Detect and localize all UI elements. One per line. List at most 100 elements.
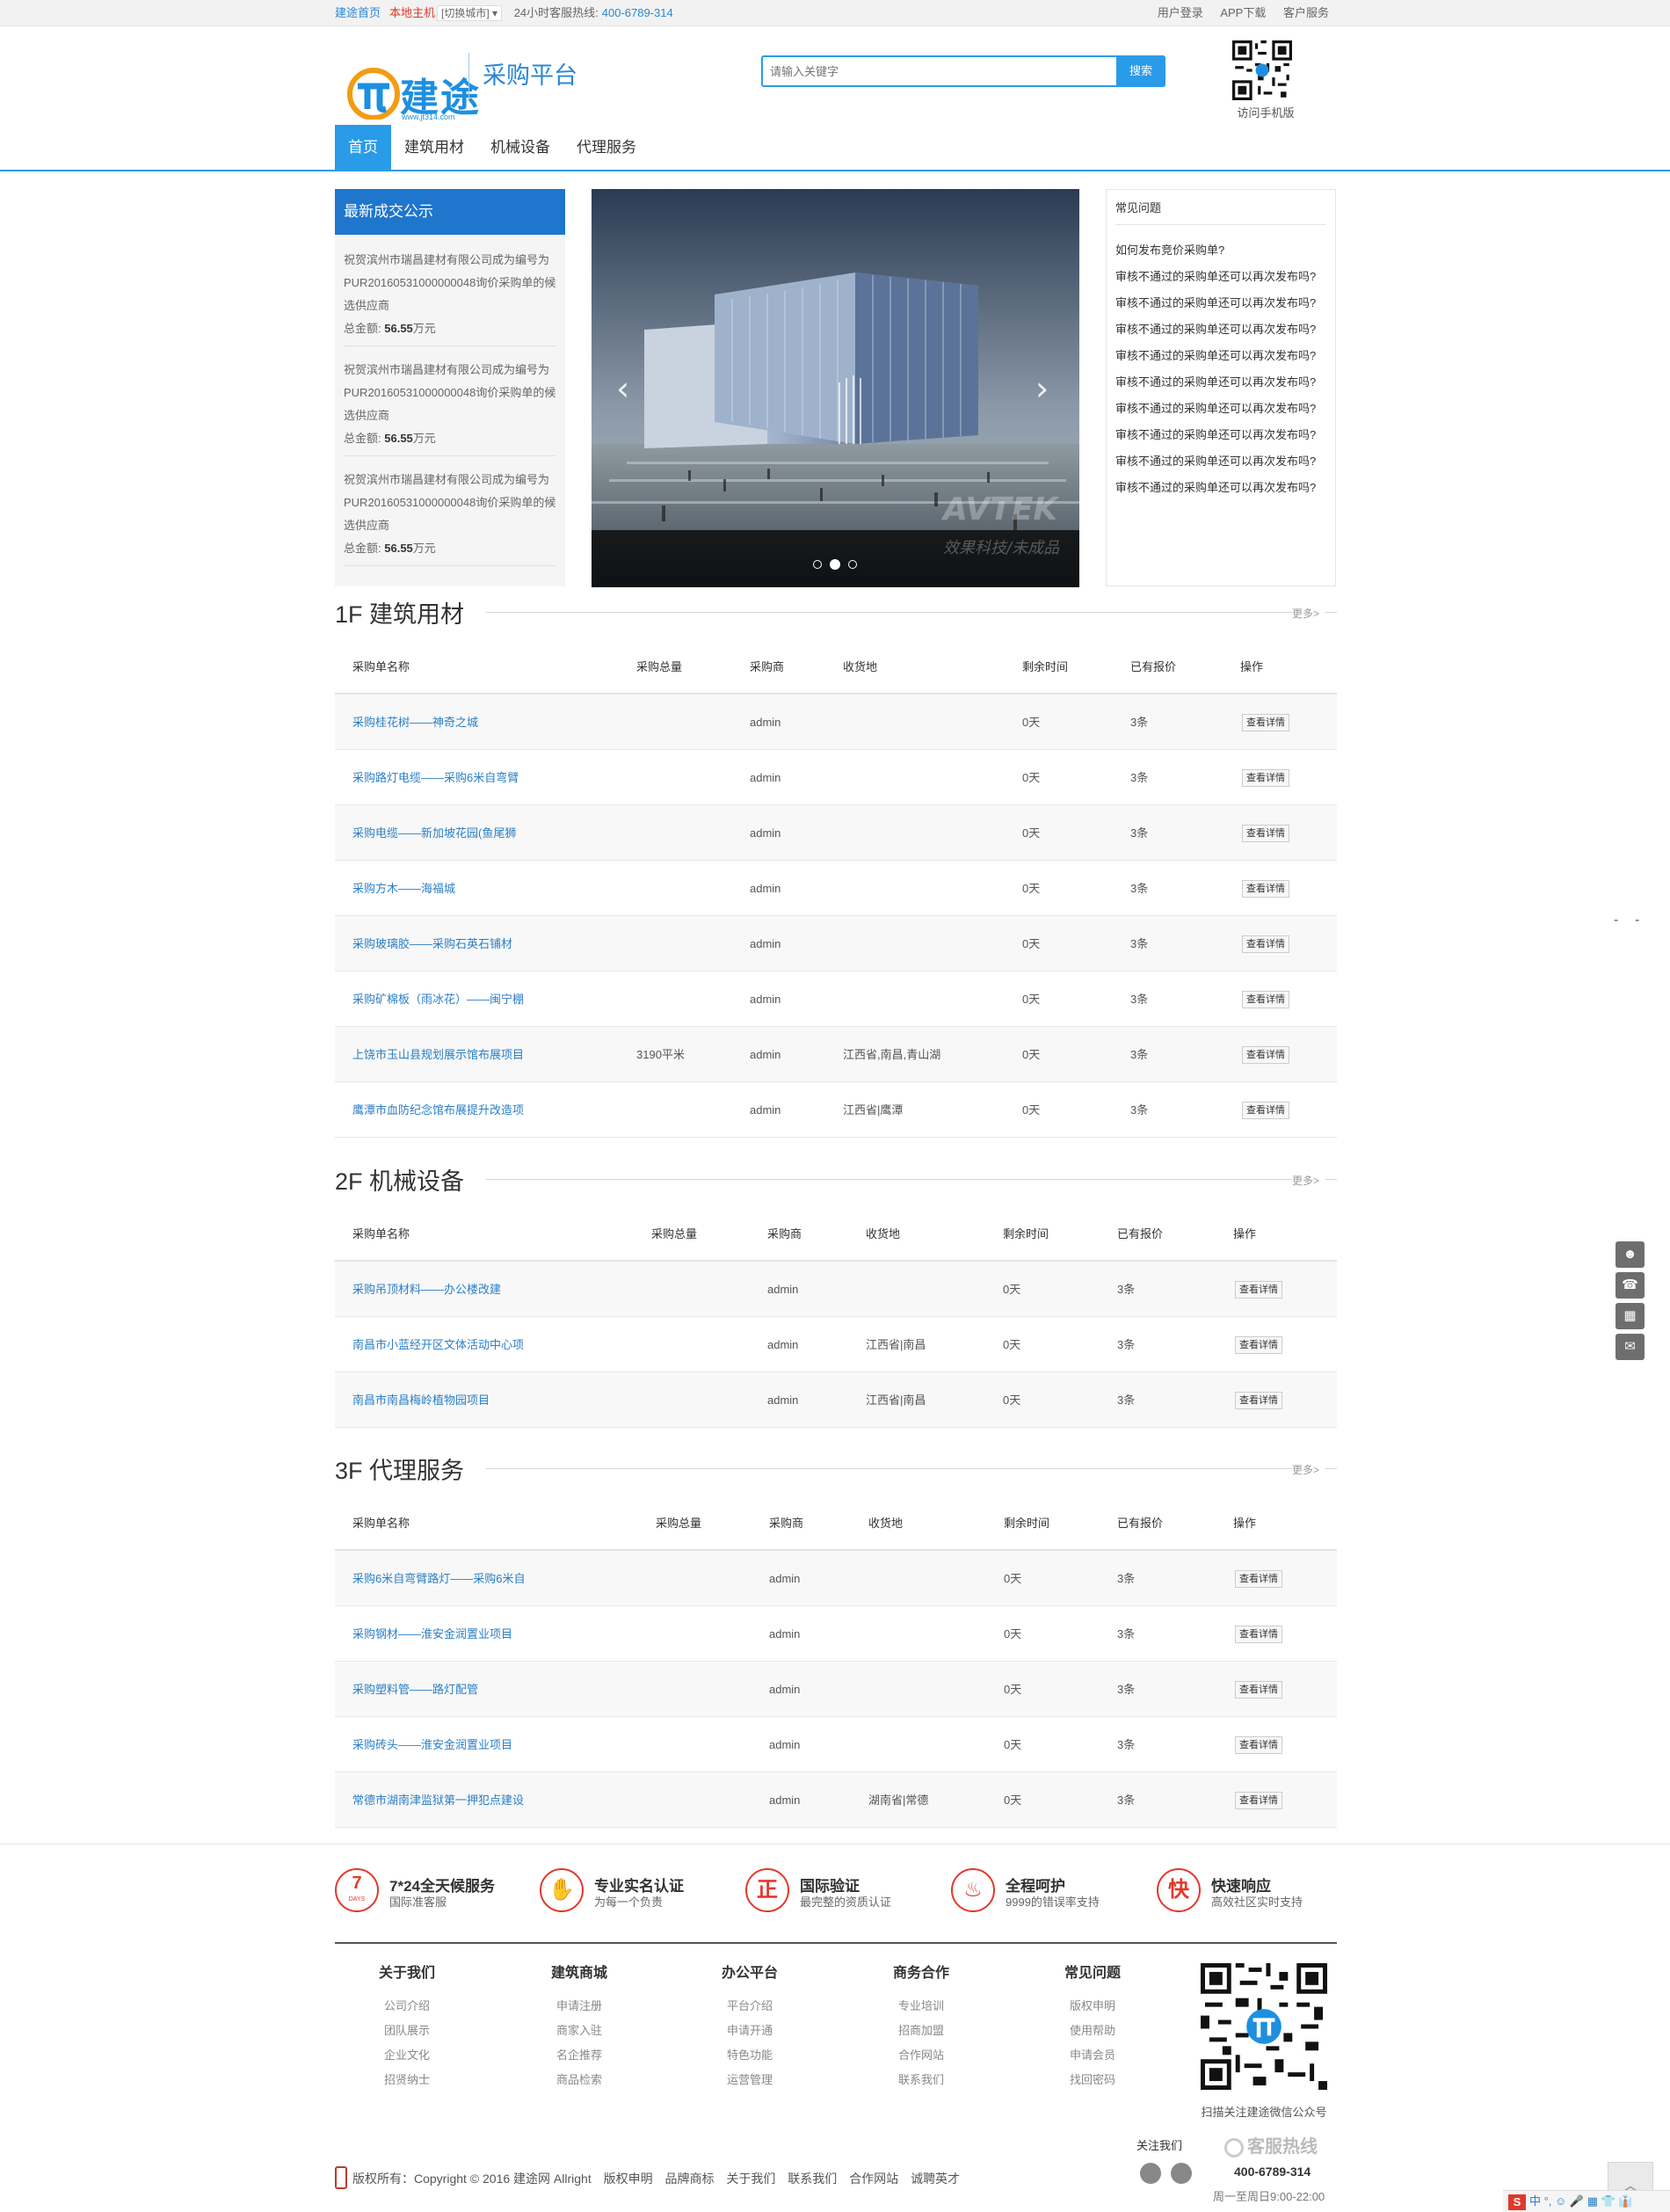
view-detail-button[interactable]: 查看详情 bbox=[1235, 1792, 1282, 1809]
view-detail-button[interactable]: 查看详情 bbox=[1242, 714, 1289, 731]
qr-float-icon[interactable]: ▦ bbox=[1616, 1303, 1645, 1329]
mail-float-icon[interactable]: ✉ bbox=[1616, 1334, 1645, 1360]
phone-float-icon[interactable]: ☎ bbox=[1616, 1272, 1645, 1299]
deal-entry[interactable]: 祝贺滨州市瑞昌建材有限公司成为编号为PUR20160531000000048询价… bbox=[344, 249, 556, 346]
cell-name[interactable]: 采购钢材——淮安金润置业项目 bbox=[352, 1606, 512, 1662]
bottom-link[interactable]: 品牌商标 bbox=[665, 2172, 715, 2186]
side-collapse-dash[interactable]: - bbox=[1635, 913, 1639, 928]
search-input[interactable] bbox=[770, 62, 1122, 80]
deal-entry[interactable]: 祝贺滨州市瑞昌建材有限公司成为编号为PUR20160531000000048询价… bbox=[344, 359, 556, 456]
cell-name[interactable]: 采购吊顶材料——办公楼改建 bbox=[352, 1262, 501, 1317]
footer-link[interactable]: 公司介绍 bbox=[354, 1994, 460, 2019]
view-detail-button[interactable]: 查看详情 bbox=[1235, 1681, 1282, 1699]
footer-link[interactable]: 招贤纳士 bbox=[354, 2068, 460, 2092]
qq-icon[interactable] bbox=[1171, 2163, 1192, 2184]
footer-link[interactable]: 找回密码 bbox=[1040, 2068, 1145, 2092]
footer-link[interactable]: 团队展示 bbox=[354, 2019, 460, 2043]
footer-link[interactable]: 平台介绍 bbox=[697, 1994, 802, 2019]
side-collapse-dash[interactable]: - bbox=[1614, 913, 1618, 928]
view-detail-button[interactable]: 查看详情 bbox=[1242, 825, 1289, 842]
qq-float-icon[interactable]: ☻ bbox=[1616, 1241, 1645, 1268]
cell-name[interactable]: 采购路灯电缆——采购6米自弯臂 bbox=[352, 750, 519, 805]
view-detail-button[interactable]: 查看详情 bbox=[1235, 1392, 1282, 1409]
view-detail-button[interactable]: 查看详情 bbox=[1235, 1570, 1282, 1588]
faq-item[interactable]: 审核不通过的采购单还可以再次发布吗? bbox=[1115, 373, 1316, 389]
cell-name[interactable]: 南昌市南昌梅岭植物园项目 bbox=[352, 1372, 490, 1428]
footer-link[interactable]: 联系我们 bbox=[868, 2068, 974, 2092]
view-detail-button[interactable]: 查看详情 bbox=[1235, 1336, 1282, 1354]
deal-entry[interactable]: 祝贺滨州市瑞昌建材有限公司成为编号为PUR20160531000000048询价… bbox=[344, 469, 556, 566]
footer-link[interactable]: 申请注册 bbox=[526, 1994, 632, 2019]
banner-dot-2[interactable] bbox=[830, 559, 840, 570]
faq-item[interactable]: 审核不通过的采购单还可以再次发布吗? bbox=[1115, 294, 1316, 310]
faq-item[interactable]: 审核不通过的采购单还可以再次发布吗? bbox=[1115, 267, 1316, 284]
faq-item[interactable]: 审核不通过的采购单还可以再次发布吗? bbox=[1115, 399, 1316, 416]
view-detail-button[interactable]: 查看详情 bbox=[1242, 1102, 1289, 1119]
bottom-link[interactable]: 合作网站 bbox=[849, 2172, 898, 2186]
banner-carousel[interactable]: AVTEK 效果科技/未成品 ‹ › bbox=[592, 189, 1079, 587]
section-more-link[interactable]: 更多> bbox=[1292, 1173, 1319, 1188]
login-link[interactable]: 用户登录 bbox=[1158, 6, 1203, 19]
faq-item[interactable]: 审核不通过的采购单还可以再次发布吗? bbox=[1115, 426, 1316, 442]
footer-link[interactable]: 企业文化 bbox=[354, 2043, 460, 2068]
cell-name[interactable]: 上饶市玉山县规划展示馆布展项目 bbox=[352, 1027, 524, 1082]
cell-name[interactable]: 采购电缆——新加坡花园(鱼尾狮 bbox=[352, 805, 516, 861]
banner-dot-1[interactable] bbox=[813, 560, 822, 569]
cell-name[interactable]: 采购玻璃胶——采购石英石铺材 bbox=[352, 916, 512, 971]
logo-icon[interactable] bbox=[345, 65, 407, 120]
weibo-icon[interactable] bbox=[1140, 2163, 1161, 2184]
view-detail-button[interactable]: 查看详情 bbox=[1235, 1281, 1282, 1299]
cell-name[interactable]: 采购砖头——淮安金润置业项目 bbox=[352, 1717, 512, 1772]
nav-machinery[interactable]: 机械设备 bbox=[477, 125, 563, 171]
banner-prev-icon[interactable]: ‹ bbox=[616, 369, 629, 408]
view-detail-button[interactable]: 查看详情 bbox=[1235, 1626, 1282, 1643]
faq-item[interactable]: 审核不通过的采购单还可以再次发布吗? bbox=[1115, 452, 1316, 469]
app-download-link[interactable]: APP下载 bbox=[1220, 6, 1266, 19]
footer-link[interactable]: 运营管理 bbox=[697, 2068, 802, 2092]
cell-name[interactable]: 采购桂花树——神奇之城 bbox=[352, 695, 478, 750]
footer-link[interactable]: 商家入驻 bbox=[526, 2019, 632, 2043]
view-detail-button[interactable]: 查看详情 bbox=[1242, 769, 1289, 787]
view-detail-button[interactable]: 查看详情 bbox=[1242, 880, 1289, 898]
banner-next-icon[interactable]: › bbox=[1035, 369, 1049, 408]
nav-agency-services[interactable]: 代理服务 bbox=[563, 125, 650, 171]
footer-link[interactable]: 商品检索 bbox=[526, 2068, 632, 2092]
view-detail-button[interactable]: 查看详情 bbox=[1242, 1046, 1289, 1064]
cell-name[interactable]: 采购塑料管——路灯配管 bbox=[352, 1662, 478, 1717]
footer-link[interactable]: 招商加盟 bbox=[868, 2019, 974, 2043]
footer-link[interactable]: 名企推荐 bbox=[526, 2043, 632, 2068]
cell-name[interactable]: 采购矿棉板（雨冰花）——闽宁棚 bbox=[352, 971, 524, 1027]
customer-service-link[interactable]: 客户服务 bbox=[1283, 6, 1329, 19]
faq-item[interactable]: 审核不通过的采购单还可以再次发布吗? bbox=[1115, 346, 1316, 363]
faq-item[interactable]: 如何发布竞价采购单? bbox=[1115, 241, 1224, 258]
footer-link[interactable]: 使用帮助 bbox=[1040, 2019, 1145, 2043]
section-more-link[interactable]: 更多> bbox=[1292, 1462, 1319, 1477]
footer-link[interactable]: 特色功能 bbox=[697, 2043, 802, 2068]
nav-building-materials[interactable]: 建筑用材 bbox=[391, 125, 477, 171]
cell-name[interactable]: 常德市湖南津监狱第一押犯点建设 bbox=[352, 1772, 524, 1828]
cell-name[interactable]: 采购6米自弯臂路灯——采购6米自 bbox=[352, 1551, 525, 1606]
banner-dot-3[interactable] bbox=[848, 560, 857, 569]
view-detail-button[interactable]: 查看详情 bbox=[1242, 991, 1289, 1008]
view-detail-button[interactable]: 查看详情 bbox=[1235, 1736, 1282, 1754]
footer-link[interactable]: 专业培训 bbox=[868, 1994, 974, 2019]
section-more-link[interactable]: 更多> bbox=[1292, 606, 1319, 621]
ime-toolbar[interactable]: S中 °, ☺ 🎤 ▦ 👕 👔 bbox=[1503, 2190, 1670, 2212]
search-button[interactable]: 搜索 bbox=[1116, 55, 1165, 87]
bottom-link[interactable]: 联系我们 bbox=[788, 2172, 837, 2186]
footer-link[interactable]: 申请会员 bbox=[1040, 2043, 1145, 2068]
home-link[interactable]: 建途首页 bbox=[335, 6, 381, 19]
bottom-link[interactable]: 关于我们 bbox=[726, 2172, 775, 2186]
bottom-link[interactable]: 版权申明 bbox=[604, 2172, 653, 2186]
nav-home[interactable]: 首页 bbox=[335, 125, 391, 171]
footer-link[interactable]: 版权申明 bbox=[1040, 1994, 1145, 2019]
footer-link[interactable]: 合作网站 bbox=[868, 2043, 974, 2068]
cell-name[interactable]: 采购方木——海福城 bbox=[352, 861, 455, 916]
faq-item[interactable]: 审核不通过的采购单还可以再次发布吗? bbox=[1115, 320, 1316, 337]
cell-name[interactable]: 南昌市小蓝经开区文体活动中心项 bbox=[352, 1317, 524, 1372]
bottom-link[interactable]: 诚聘英才 bbox=[911, 2172, 960, 2186]
footer-link[interactable]: 申请开通 bbox=[697, 2019, 802, 2043]
switch-city-button[interactable]: [切换城市] ▾ bbox=[437, 5, 503, 21]
cell-name[interactable]: 鹰潭市血防纪念馆布展提升改造项 bbox=[352, 1082, 524, 1138]
faq-item[interactable]: 审核不通过的采购单还可以再次发布吗? bbox=[1115, 478, 1316, 495]
